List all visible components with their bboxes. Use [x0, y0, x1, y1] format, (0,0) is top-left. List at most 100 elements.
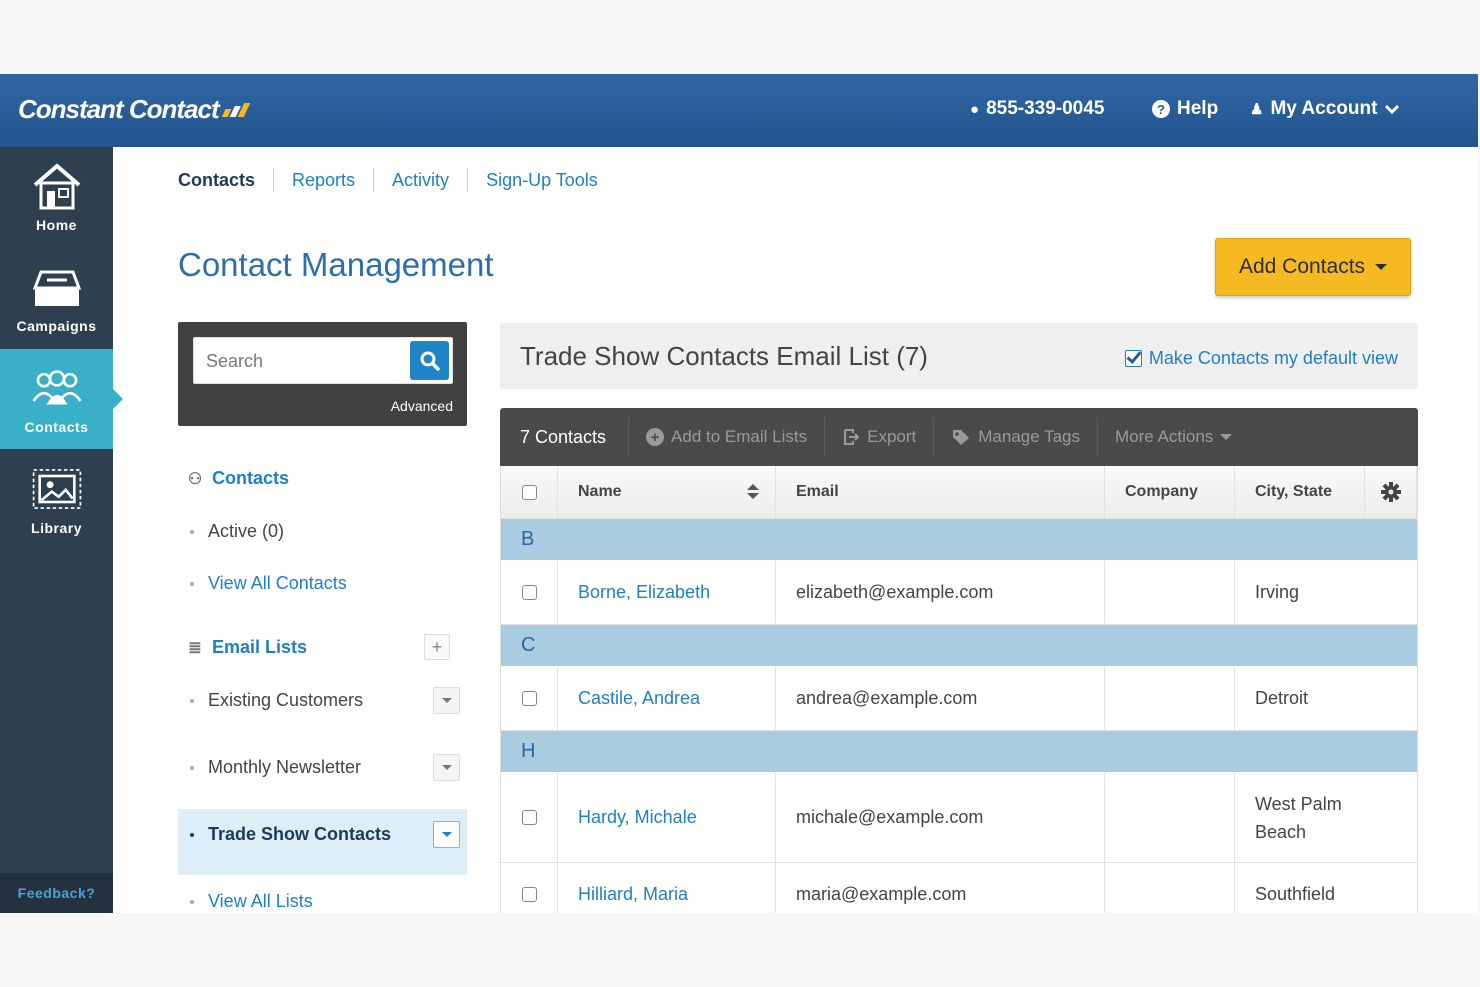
sidebar-item-campaigns[interactable]: Campaigns [0, 248, 113, 348]
export-label: Export [867, 427, 917, 446]
company-cell [1105, 773, 1235, 862]
list-options-button[interactable] [433, 754, 460, 781]
list-item-monthly-newsletter[interactable]: Monthly Newsletter [190, 757, 361, 778]
sidebar-item-contacts[interactable]: Contacts [0, 349, 123, 449]
column-header-city-state[interactable]: City, State [1235, 466, 1365, 518]
add-to-email-lists-button[interactable]: + Add to Email Lists [628, 417, 824, 457]
group-row-h: H [501, 731, 1417, 773]
phone-number: 855-339-0045 [986, 98, 1105, 119]
list-item-existing-customers[interactable]: Existing Customers [190, 690, 363, 711]
select-all-checkbox[interactable] [521, 484, 537, 500]
advanced-search-link[interactable]: Advanced [391, 398, 453, 414]
view-all-contacts-label: View All Contacts [208, 573, 347, 593]
email-cell: maria@example.com [776, 863, 1105, 913]
search-input[interactable] [206, 348, 396, 374]
phone-link[interactable]: ● 855-339-0045 [970, 98, 1104, 120]
default-view-toggle[interactable]: Make Contacts my default view [1124, 348, 1398, 369]
sort-icon[interactable] [746, 484, 760, 500]
chat-bubble-icon: ● [970, 100, 980, 118]
manage-tags-button[interactable]: Manage Tags [933, 417, 1097, 457]
row-checkbox[interactable] [521, 691, 537, 706]
logo[interactable]: Constant Contact [18, 94, 250, 125]
company-header-label: Company [1125, 483, 1198, 500]
bullet [190, 529, 194, 534]
email-lists-label: Email Lists [212, 637, 308, 657]
list-options-button[interactable] [433, 687, 460, 714]
list-title: Trade Show Contacts Email List (7) [520, 341, 928, 371]
list-label: Monthly Newsletter [208, 757, 362, 777]
email-lists-section-link[interactable]: ≣ Email Lists [186, 637, 307, 658]
sidebar-label-library: Library [31, 520, 82, 536]
column-settings-button[interactable] [1365, 466, 1417, 518]
email-cell: michale@example.com [776, 773, 1105, 862]
table-row: Hardy, Michale michale@example.com West … [501, 773, 1417, 863]
list-label: Trade Show Contacts [208, 824, 392, 844]
company-cell [1105, 667, 1235, 730]
chevron-down-icon [1385, 104, 1400, 115]
help-icon: ? [1152, 100, 1170, 118]
list-icon: ≣ [188, 639, 202, 657]
plus-icon: + [431, 636, 443, 657]
column-header-name[interactable]: Name [558, 466, 776, 518]
list-options-button[interactable] [433, 821, 460, 848]
caret-down-icon [441, 698, 452, 703]
column-header-email[interactable]: Email [776, 466, 1105, 518]
company-cell [1105, 863, 1235, 913]
list-item-active[interactable]: Active (0) [190, 521, 284, 542]
contact-count: 7 Contacts [520, 426, 607, 447]
table-row: Borne, Elizabeth elizabeth@example.com I… [501, 561, 1417, 625]
contacts-icon [32, 370, 81, 405]
row-checkbox[interactable] [521, 810, 537, 825]
action-toolbar: 7 Contacts + Add to Email Lists Export M… [500, 408, 1418, 466]
contacts-section-link[interactable]: ⚇ Contacts [186, 468, 289, 489]
add-contacts-button[interactable]: Add Contacts [1215, 238, 1411, 296]
contact-name-link[interactable]: Hardy, Michale [578, 807, 697, 828]
active-label: Active (0) [208, 521, 285, 541]
sidebar-item-home[interactable]: Home [0, 147, 113, 247]
feedback-link[interactable]: Feedback? [0, 873, 113, 913]
manage-tags-label: Manage Tags [978, 427, 1081, 446]
row-select-cell [501, 561, 558, 624]
list-header: Trade Show Contacts Email List (7) Make … [500, 323, 1418, 389]
sub-navigation: Contacts Reports Activity Sign-Up Tools [178, 168, 616, 192]
default-view-label: Make Contacts my default view [1148, 348, 1398, 368]
view-all-contacts-link[interactable]: View All Contacts [190, 573, 347, 594]
row-select-cell [501, 863, 558, 913]
column-header-company[interactable]: Company [1105, 466, 1235, 518]
contacts-section-label: Contacts [212, 468, 290, 488]
row-select-cell [501, 667, 558, 730]
my-account-menu[interactable]: ♟ My Account [1250, 98, 1400, 120]
company-cell [1105, 561, 1235, 624]
row-checkbox[interactable] [521, 887, 537, 902]
contact-name-link[interactable]: Castile, Andrea [578, 688, 700, 709]
name-cell: Hardy, Michale [558, 773, 776, 862]
export-button[interactable]: Export [824, 417, 933, 457]
bullet [190, 899, 194, 904]
home-icon [33, 163, 80, 210]
library-icon [32, 469, 81, 509]
more-actions-menu[interactable]: More Actions [1097, 417, 1249, 457]
contact-name-link[interactable]: Hilliard, Maria [578, 884, 688, 905]
tab-sign-up-tools[interactable]: Sign-Up Tools [467, 168, 616, 192]
top-header: Constant Contact ● 855-339-0045 ? Help ♟… [0, 74, 1478, 147]
help-link[interactable]: ? Help [1152, 98, 1218, 120]
sidebar-item-library[interactable]: Library [0, 450, 113, 550]
list-item-trade-show-contacts[interactable]: Trade Show Contacts [190, 824, 391, 845]
tab-activity[interactable]: Activity [373, 168, 467, 192]
view-all-lists-label: View All Lists [208, 891, 313, 911]
tab-contacts[interactable]: Contacts [178, 168, 273, 192]
search-button[interactable] [410, 341, 449, 380]
user-icon: ♟ [1250, 101, 1264, 118]
bullet [190, 832, 194, 837]
city-cell: West Palm Beach [1255, 793, 1342, 842]
view-all-lists-link[interactable]: View All Lists [190, 891, 313, 912]
contact-name-link[interactable]: Borne, Elizabeth [578, 582, 710, 603]
city-cell: Southfield [1255, 884, 1336, 904]
row-checkbox[interactable] [521, 585, 537, 600]
email-cell: elizabeth@example.com [776, 561, 1105, 624]
app-window: Constant Contact ● 855-339-0045 ? Help ♟… [0, 74, 1478, 913]
city-header-label: City, State [1255, 483, 1333, 500]
tab-reports[interactable]: Reports [273, 168, 373, 192]
add-list-button[interactable]: + [424, 634, 450, 660]
caret-down-icon [1220, 434, 1233, 440]
